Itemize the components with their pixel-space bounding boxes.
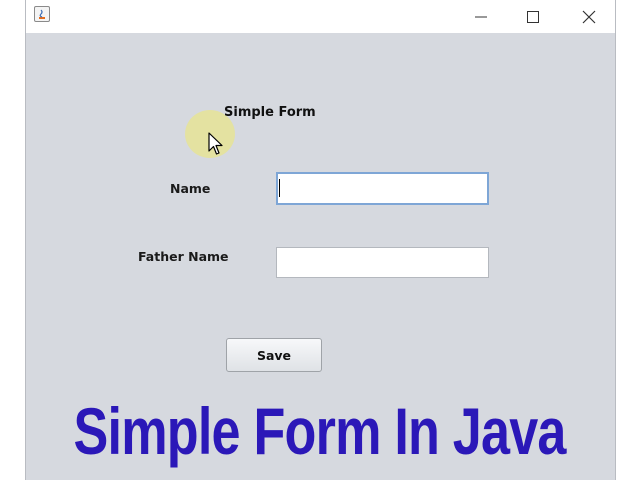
minimize-icon [475, 16, 487, 18]
maximize-icon [527, 11, 539, 23]
java-icon [34, 6, 50, 22]
close-button[interactable] [563, 0, 615, 33]
close-icon [582, 10, 596, 24]
mouse-pointer-icon [208, 132, 223, 155]
video-title-banner: Simple Form In Java [73, 394, 567, 468]
name-label: Name [170, 181, 211, 196]
text-caret [279, 179, 280, 197]
form-title: Simple Form [224, 105, 316, 120]
minimize-button[interactable] [455, 0, 507, 33]
title-bar [26, 0, 615, 33]
father-name-field[interactable] [276, 247, 489, 278]
save-button[interactable]: Save [226, 338, 322, 372]
father-name-label: Father Name [138, 249, 229, 264]
name-field[interactable] [276, 172, 489, 205]
maximize-button[interactable] [507, 0, 559, 33]
